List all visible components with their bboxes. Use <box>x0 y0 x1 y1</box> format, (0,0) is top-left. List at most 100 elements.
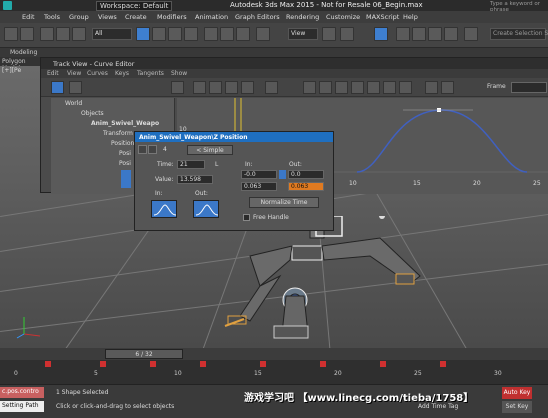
select-scale-icon[interactable] <box>236 27 250 41</box>
free-handle-checkbox[interactable] <box>243 214 250 221</box>
auto-key-button[interactable]: Auto Key <box>502 387 532 399</box>
in-tangent-type-icon[interactable] <box>151 200 177 218</box>
move-keys-icon[interactable] <box>51 81 64 94</box>
out-tangent-field-2[interactable]: 0.063 <box>288 182 324 191</box>
rectangle-selection-icon[interactable] <box>168 27 182 41</box>
zoom-icon[interactable] <box>241 81 254 94</box>
key-marker[interactable] <box>440 361 446 367</box>
menu-views[interactable]: Views <box>98 13 117 21</box>
select-place-icon[interactable] <box>256 27 270 41</box>
key-marker[interactable] <box>45 361 51 367</box>
workspace-dropdown[interactable]: Workspace: Default <box>96 1 173 11</box>
tangent-slow-icon[interactable] <box>351 81 364 94</box>
menu-edit[interactable]: Edit <box>22 13 35 21</box>
tree-item-pos-x[interactable]: Posi <box>119 150 131 157</box>
show-tangents-icon[interactable] <box>425 81 438 94</box>
ribbon-tab-modeling[interactable]: Modeling <box>10 49 37 56</box>
key-marker[interactable] <box>200 361 206 367</box>
menu-customize[interactable]: Customize <box>326 13 360 21</box>
in-tangent-field-1[interactable]: -0.0 <box>241 170 277 179</box>
bind-space-warp-icon[interactable] <box>72 27 86 41</box>
key-marker[interactable] <box>100 361 106 367</box>
tree-item-transform[interactable]: Transform <box>103 130 133 137</box>
time-slider[interactable]: 6 / 32 <box>105 349 183 359</box>
spinner-snap-icon[interactable] <box>444 27 458 41</box>
key-marker[interactable] <box>320 361 326 367</box>
next-key-icon[interactable] <box>148 145 157 154</box>
edit-named-selection-icon[interactable] <box>464 27 478 41</box>
angle-snap-icon[interactable] <box>412 27 426 41</box>
out-tangent-type-icon[interactable] <box>193 200 219 218</box>
tv-menu-keys[interactable]: Keys <box>115 70 129 77</box>
pivot-center-icon[interactable] <box>322 27 336 41</box>
simple-button[interactable]: < Simple <box>187 145 233 155</box>
app-logo-icon[interactable] <box>3 1 12 10</box>
selection-filter-dropdown[interactable]: All <box>92 28 132 40</box>
tangent-fast-icon[interactable] <box>335 81 348 94</box>
menu-animation[interactable]: Animation <box>195 13 228 21</box>
select-rotate-icon[interactable] <box>220 27 234 41</box>
normalize-time-button[interactable]: Normalize Time <box>249 197 319 208</box>
zoom-value-icon[interactable] <box>225 81 238 94</box>
prev-key-icon[interactable] <box>138 145 147 154</box>
key-marker[interactable] <box>380 361 386 367</box>
in-tangent-field-2[interactable]: 0.063 <box>241 182 277 191</box>
lock-toggle[interactable]: L <box>215 161 218 168</box>
maxscript-listener-field[interactable]: c.pos.contro <box>0 387 44 398</box>
lock-tangents-icon[interactable] <box>441 81 454 94</box>
tree-item-objects[interactable]: Objects <box>81 110 104 117</box>
menu-help[interactable]: Help <box>403 13 418 21</box>
tv-menu-curves[interactable]: Curves <box>87 70 108 77</box>
menu-group[interactable]: Group <box>69 13 89 21</box>
unlink-icon[interactable] <box>56 27 70 41</box>
tree-item-anim-swivel[interactable]: Anim_Swivel_Weapo <box>91 120 159 127</box>
tv-menu-view[interactable]: View <box>67 70 81 77</box>
named-selection-dropdown[interactable]: Create Selection Set <box>490 28 548 40</box>
tangent-auto-icon[interactable] <box>303 81 316 94</box>
tangent-step-icon[interactable] <box>367 81 380 94</box>
menu-modifiers[interactable]: Modifiers <box>157 13 187 21</box>
tangent-smooth-icon[interactable] <box>399 81 412 94</box>
ribbon-panel-label[interactable]: Polygon Model <box>0 57 40 72</box>
menu-create[interactable]: Create <box>125 13 147 21</box>
frame-field[interactable] <box>511 82 547 93</box>
tree-item-position[interactable]: Position <box>111 140 134 147</box>
track-bar[interactable]: 0 5 10 15 20 25 30 <box>0 360 548 384</box>
dialog-title[interactable]: Anim_Swivel_Weapon\Z Position <box>135 132 333 142</box>
select-move-icon[interactable] <box>204 27 218 41</box>
pan-icon[interactable] <box>171 81 184 94</box>
select-object-icon[interactable] <box>136 27 150 41</box>
zoom-extents-icon[interactable] <box>193 81 206 94</box>
filters-icon[interactable] <box>69 81 82 94</box>
window-crossing-icon[interactable] <box>184 27 198 41</box>
tangent-custom-icon[interactable] <box>319 81 332 94</box>
menu-maxscript[interactable]: MAXScript <box>366 13 399 21</box>
menu-graph-editors[interactable]: Graph Editors <box>235 13 280 21</box>
key-marker[interactable] <box>150 361 156 367</box>
select-manipulate-icon[interactable] <box>340 27 354 41</box>
select-by-name-icon[interactable] <box>152 27 166 41</box>
redo-icon[interactable] <box>20 27 34 41</box>
menu-rendering[interactable]: Rendering <box>286 13 319 21</box>
tree-item-pos-y[interactable]: Posi <box>119 160 131 167</box>
tv-menu-tangents[interactable]: Tangents <box>137 70 164 77</box>
viewport-label[interactable]: [+][Pe <box>2 67 21 74</box>
out-tangent-field-1[interactable]: 0.0 <box>288 170 324 179</box>
tangent-linear-icon[interactable] <box>383 81 396 94</box>
add-time-tag[interactable]: Add Time Tag <box>418 403 458 410</box>
link-tangents-icon[interactable] <box>279 170 286 179</box>
key-marker[interactable] <box>260 361 266 367</box>
menu-tools[interactable]: Tools <box>44 13 60 21</box>
timeline-bar[interactable] <box>0 348 548 360</box>
reference-coordinate-dropdown[interactable]: View <box>288 28 318 40</box>
helper-sphere[interactable] <box>379 216 385 219</box>
keyboard-shortcut-override-icon[interactable] <box>374 27 388 41</box>
tree-item-pos-z-selected[interactable] <box>121 170 131 188</box>
setting-path-field[interactable]: Setting Path <box>0 401 44 412</box>
key-stats-icon[interactable] <box>265 81 278 94</box>
tv-menu-edit[interactable]: Edit <box>47 70 59 77</box>
track-view-title[interactable]: Track View - Curve Editor <box>41 58 548 69</box>
set-key-button[interactable]: Set Key <box>502 401 532 413</box>
tree-item-world[interactable]: World <box>65 100 82 107</box>
tv-menu-show[interactable]: Show <box>171 70 187 77</box>
